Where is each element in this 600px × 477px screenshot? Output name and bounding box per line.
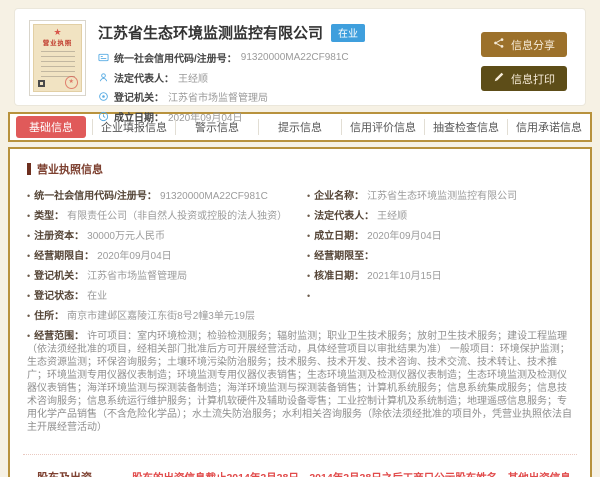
header-field-credit-code: 统一社会信用代码/注册号： 91320000MA22CF981C (98, 50, 473, 65)
header-field-label: 统一社会信用代码/注册号： (114, 50, 237, 65)
share-button-label: 信息分享 (511, 37, 555, 53)
company-info: 江苏省生态环境监测监控有限公司 在业 统一社会信用代码/注册号： 9132000… (98, 20, 473, 128)
field-legal-rep: 法定代表人：王经顺 (307, 210, 573, 223)
tab-label: 提示信息 (278, 122, 322, 134)
header-field-label: 登记机关： (114, 89, 164, 104)
business-license-thumbnail[interactable]: ★ 营业执照 (29, 20, 86, 96)
person-icon (98, 72, 109, 83)
company-name: 江苏省生态环境监测监控有限公司 (98, 22, 323, 43)
header-field-legal-rep: 法定代表人： 王经顺 (98, 70, 473, 85)
tab-label: 抽查检查信息 (433, 122, 499, 134)
field-reg-status: 登记状态：在业 (27, 290, 293, 303)
field-term-to: 经营期限至： (307, 250, 573, 263)
field-credit-code: 统一社会信用代码/注册号：91320000MA22CF981C (27, 190, 293, 203)
shareholder-section-title: 股东及出资信息 (37, 469, 102, 477)
header-field-reg-authority: 登记机关： 江苏省市场监督管理局 (98, 89, 473, 104)
tab-credit-evaluation[interactable]: 信用评价信息 (341, 119, 424, 135)
tab-label: 信用评价信息 (350, 122, 416, 134)
license-section-header: 营业执照信息 (27, 161, 573, 177)
field-reg-capital: 注册资本：30000万元人民币 (27, 230, 293, 243)
header-actions: 信息分享 信息打印 (481, 32, 567, 91)
tab-warning-info[interactable]: 警示信息 (175, 119, 258, 135)
field-approval-date: 核准日期：2021年10月15日 (307, 270, 573, 283)
tab-enterprise-report[interactable]: 企业填报信息 (92, 119, 175, 135)
section-bar (27, 163, 31, 175)
tab-hint-info[interactable]: 提示信息 (258, 119, 341, 135)
pen-icon (493, 71, 505, 86)
header-field-value: 91320000MA22CF981C (241, 52, 349, 63)
location-icon (98, 91, 109, 102)
tab-spot-check[interactable]: 抽查检查信息 (424, 119, 507, 135)
field-company-name: 企业名称：江苏省生态环境监测监控有限公司 (307, 190, 573, 203)
shareholder-section-header: 股东及出资信息 股东的出资信息截止2014年2月28日，2014年2月28日之后… (27, 469, 573, 477)
company-header-card: ★ 营业执照 江苏省生态环境监测监控有限公司 在业 统一社会信用代码/注册号： … (14, 8, 586, 106)
field-reg-authority: 登记机关：江苏省市场监督管理局 (27, 270, 293, 283)
license-section-title: 营业执照信息 (37, 161, 103, 177)
shareholder-notice: 股东的出资信息截止2014年2月28日，2014年2月28日之后工商只公示股东姓… (132, 470, 573, 477)
tab-basic-info[interactable]: 基础信息 (10, 116, 92, 138)
id-card-icon (98, 52, 109, 63)
tab-label: 基础信息 (16, 116, 86, 138)
field-business-scope: 经营范围：许可项目：室内环境检测；检验检测服务；辐射监测；职业卫生技术服务；放射… (27, 330, 573, 434)
license-fields: 统一社会信用代码/注册号：91320000MA22CF981C 企业名称：江苏省… (27, 190, 573, 434)
field-spacer (307, 290, 573, 303)
status-badge: 在业 (331, 24, 365, 42)
dotted-divider (23, 454, 577, 455)
page: ★ 营业执照 江苏省生态环境监测监控有限公司 在业 统一社会信用代码/注册号： … (0, 8, 600, 477)
share-info-button[interactable]: 信息分享 (481, 32, 567, 57)
content-panel: 营业执照信息 统一社会信用代码/注册号：91320000MA22CF981C 企… (8, 147, 592, 477)
header-field-value: 王经顺 (178, 70, 208, 85)
license-text-lines (41, 51, 75, 79)
tab-label: 信用承诺信息 (516, 122, 582, 134)
tab-credit-commitment[interactable]: 信用承诺信息 (507, 119, 590, 135)
field-term-from: 经营期限自：2020年09月04日 (27, 250, 293, 263)
header-field-value: 江苏省市场监督管理局 (168, 89, 268, 104)
header-field-label: 法定代表人： (114, 70, 174, 85)
field-address: 住所：南京市建邺区嘉陵江东街8号2幢3单元19层 (27, 310, 573, 323)
red-stamp-icon (65, 76, 78, 89)
print-info-button[interactable]: 信息打印 (481, 66, 567, 91)
tab-label: 企业填报信息 (101, 122, 167, 134)
share-icon (493, 37, 505, 52)
field-company-type: 类型：有限责任公司（非自然人投资或控股的法人独资） (27, 210, 293, 223)
national-emblem-icon: ★ (34, 27, 81, 38)
qr-code-icon (38, 80, 45, 87)
tab-label: 警示信息 (195, 122, 239, 134)
business-license-image: ★ 营业执照 (33, 24, 82, 92)
print-button-label: 信息打印 (511, 71, 555, 87)
license-thumb-title: 营业执照 (36, 38, 79, 47)
field-establish-date: 成立日期：2020年09月04日 (307, 230, 573, 243)
